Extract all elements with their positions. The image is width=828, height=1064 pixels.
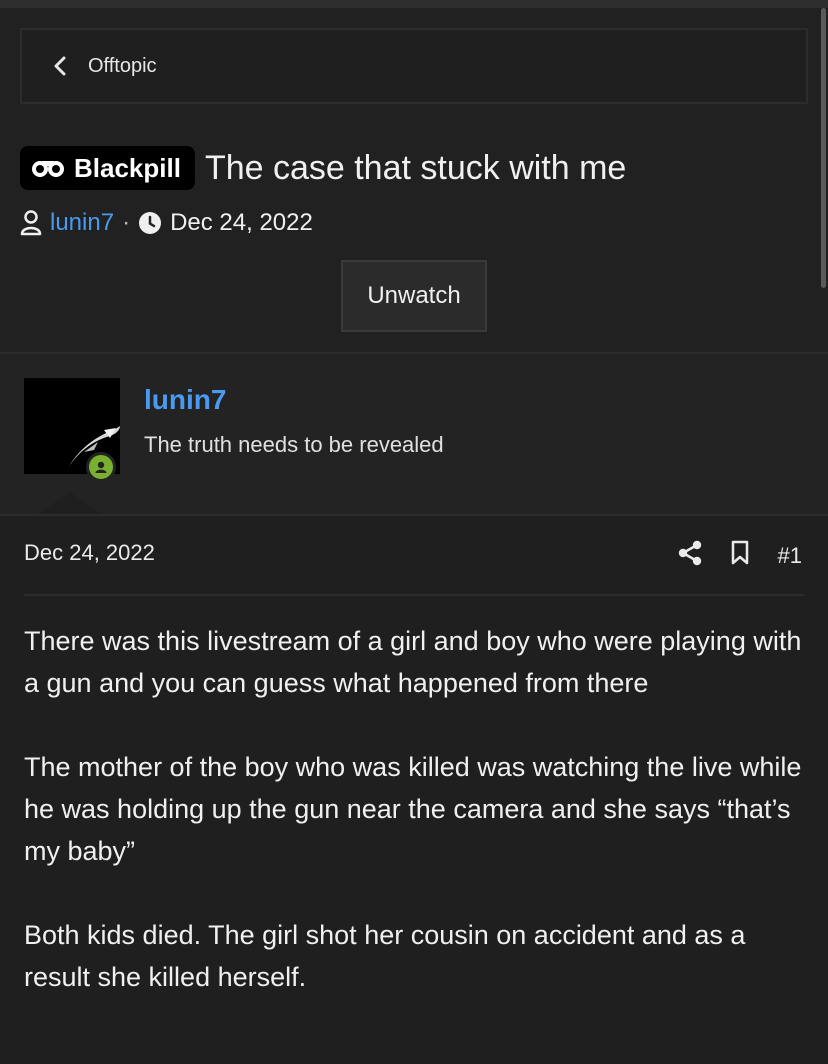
pill-icon	[32, 161, 64, 177]
user-title: The truth needs to be revealed	[144, 432, 444, 457]
post-number-link[interactable]: #1	[778, 543, 802, 569]
unwatch-button[interactable]: Unwatch	[341, 260, 487, 332]
post-paragraph: The mother of the boy who was killed was…	[24, 752, 802, 866]
thread-date[interactable]: Dec 24, 2022	[170, 209, 313, 237]
share-icon[interactable]	[678, 540, 702, 571]
post-actions: #1	[678, 540, 802, 571]
thread-prefix-badge[interactable]: Blackpill	[20, 146, 195, 190]
meta-separator: ·	[122, 209, 131, 236]
breadcrumb[interactable]: Offtopic	[20, 28, 808, 104]
post-paragraph: Both kids died. The girl shot her cousin…	[24, 920, 746, 992]
post-paragraph: There was this livestream of a girl and …	[24, 626, 802, 698]
divider	[24, 594, 804, 596]
chevron-left-icon	[54, 55, 68, 77]
thread-author-link[interactable]: lunin7	[50, 209, 114, 237]
scrollbar[interactable]	[821, 8, 826, 288]
page: Offtopic Blackpill The case that stuck w…	[0, 0, 828, 1064]
post-username[interactable]: lunin7	[144, 384, 226, 416]
user-icon	[20, 210, 42, 236]
top-bar	[0, 0, 828, 8]
thread-meta: lunin7 · Dec 24, 2022	[20, 206, 313, 240]
thread-title: The case that stuck with me	[204, 148, 627, 187]
breadcrumb-link[interactable]: Offtopic	[88, 55, 157, 78]
post-body: There was this livestream of a girl and …	[24, 620, 808, 1040]
post-user-block: lunin7 The truth needs to be revealed	[0, 354, 828, 514]
post: Dec 24, 2022 #1 There was this livestrea…	[0, 516, 828, 1064]
prefix-label: Blackpill	[74, 152, 181, 183]
bookmark-icon[interactable]	[730, 540, 750, 571]
message-arrow	[38, 492, 102, 514]
user-status-icon	[95, 461, 107, 473]
thread-title-row: Blackpill The case that stuck with me	[20, 146, 626, 190]
post-date[interactable]: Dec 24, 2022	[24, 540, 155, 566]
clock-icon	[139, 212, 162, 234]
online-status-badge	[86, 452, 116, 482]
